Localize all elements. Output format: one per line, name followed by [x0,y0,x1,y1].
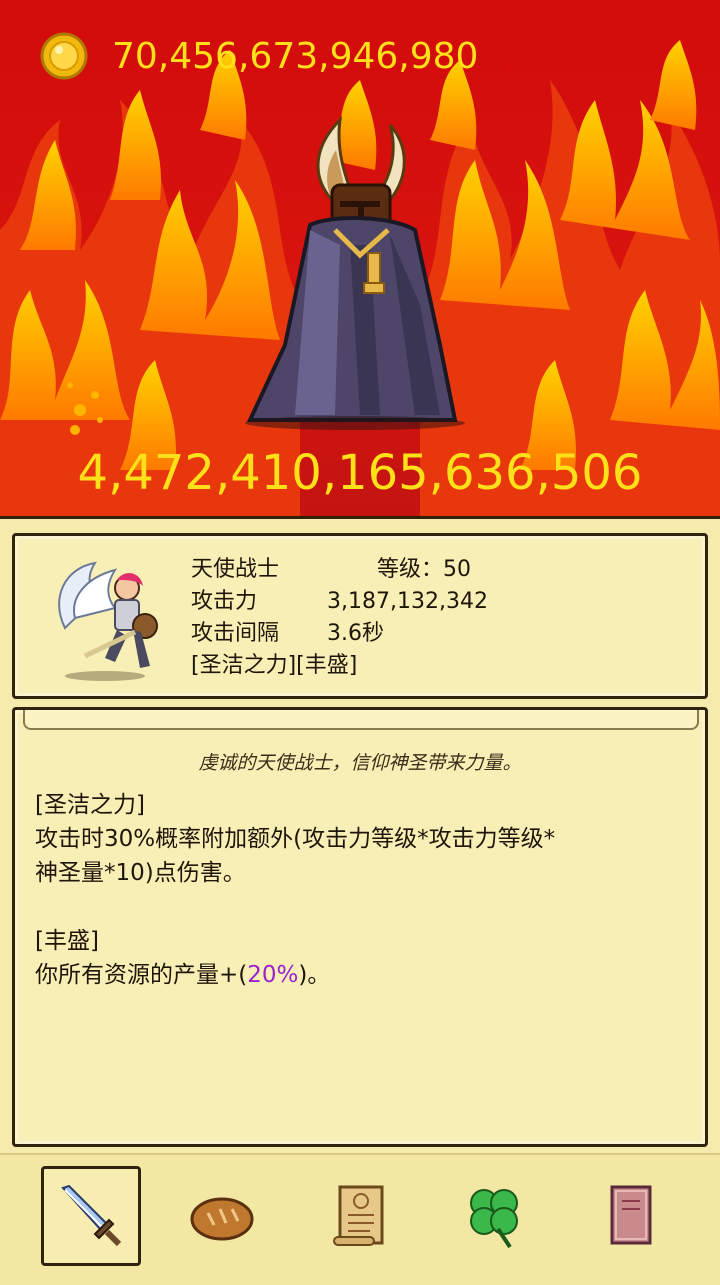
gold-coin-icon [40,32,88,80]
bread-icon [190,1197,254,1241]
interval-value: 3.6秒 [327,621,384,646]
book-icon [610,1185,652,1245]
skill1-line1: 攻击时30%概率附加额外(攻击力等级*攻击力等级* [35,826,556,852]
clover-icon [470,1189,518,1249]
description-card: 虔诚的天使战士，信仰神圣带来力量。 [圣洁之力] 攻击时30%概率附加额外(攻击… [12,707,708,1147]
tab-bread[interactable] [172,1165,272,1265]
hero-panel: 天使战士 等级：50 攻击力 3,187,132,342 攻击间隔 3.6秒 [… [0,516,720,1285]
skills-text: [圣洁之力] 攻击时30%概率附加额外(攻击力等级*攻击力等级* 神圣量*10)… [35,788,685,992]
hero-traits: [圣洁之力][丰盛] [191,653,358,678]
hero-info-card: 天使战士 等级：50 攻击力 3,187,132,342 攻击间隔 3.6秒 [… [12,533,708,699]
interval-label: 攻击间隔 [191,621,280,646]
bottom-tab-bar [0,1153,720,1285]
scroll-icon [333,1185,384,1246]
angel-warrior-icon [58,561,158,681]
hero-level: 等级：50 [377,557,471,582]
tab-clover[interactable] [444,1165,544,1265]
attack-value: 3,187,132,342 [327,589,488,614]
skill1-title: [圣洁之力] [35,792,145,818]
tab-sword[interactable] [41,1166,141,1266]
gold-amount: 70,456,673,946,980 [112,35,479,77]
battle-scene: 70,456,673,946,980 4,472,410,165,636,506 [0,0,720,516]
hero-name: 天使战士 [191,557,280,582]
attack-label: 攻击力 [191,589,258,614]
horned-cloaked-demon-icon[interactable] [240,105,470,430]
tab-scroll[interactable] [310,1165,410,1265]
skill2-percent: 20% [247,962,299,988]
sword-icon [61,1184,122,1247]
scroll-strip [23,710,699,730]
skill2-desc: 你所有资源的产量+(20%)。 [35,958,685,992]
flavor-text: 虔诚的天使战士，信仰神圣带来力量。 [198,752,522,774]
skill1-line2: 神圣量*10)点伤害。 [35,860,246,886]
skill2-title: [丰盛] [35,928,99,954]
boss-hp: 4,472,410,165,636,506 [77,445,643,501]
gold-counter: 70,456,673,946,980 [40,30,478,82]
skill2-prefix: 你所有资源的产量+( [35,962,248,988]
tab-book[interactable] [580,1165,680,1265]
skill2-suffix: )。 [298,962,331,988]
